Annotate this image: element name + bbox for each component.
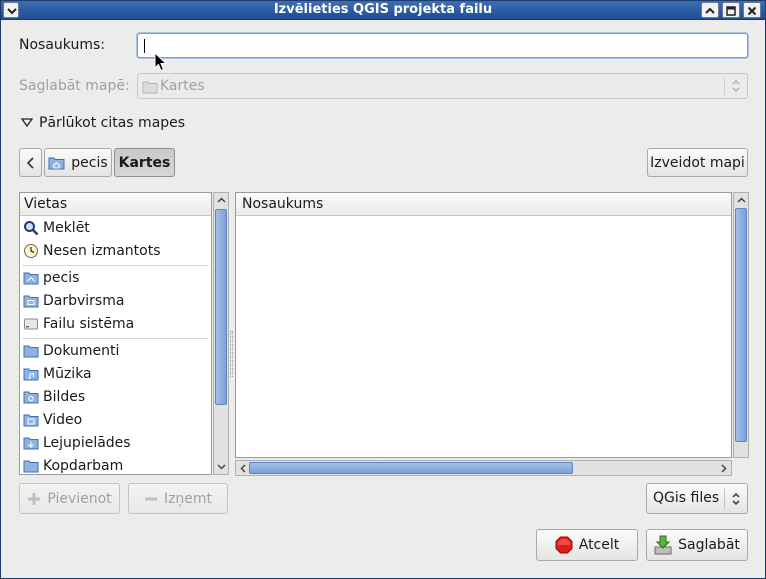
folder-icon bbox=[23, 343, 39, 358]
sidebar-item-video[interactable]: Video bbox=[20, 408, 211, 431]
files-hscroll-thumb[interactable] bbox=[249, 462, 573, 474]
files-vertical-scrollbar[interactable] bbox=[733, 192, 749, 458]
remove-bookmark-label: Izņemt bbox=[163, 490, 213, 507]
sidebar-item-lejupielādes[interactable]: Lejupielādes bbox=[20, 431, 211, 454]
sidebar-item-label: Lejupielādes bbox=[43, 434, 131, 451]
folder-icon bbox=[142, 81, 158, 94]
scroll-down-icon[interactable] bbox=[215, 460, 228, 473]
sidebar-item-label: Kopdarbam bbox=[43, 457, 124, 474]
name-label: Nosaukums: bbox=[19, 37, 105, 53]
up-down-arrows-icon bbox=[732, 79, 740, 93]
close-window-button[interactable] bbox=[743, 2, 761, 18]
sidebar-item-label: Nesen izmantots bbox=[43, 242, 161, 259]
sidebar-item-label: pecis bbox=[43, 269, 80, 286]
path-item-label: pecis bbox=[71, 154, 108, 171]
sidebar-item-label: Bildes bbox=[43, 388, 86, 405]
text-caret bbox=[144, 39, 145, 53]
create-folder-button[interactable]: Izveidot mapi bbox=[647, 148, 748, 177]
minus-icon bbox=[144, 497, 157, 500]
places-pane: Vietas Meklēt Nesen izmantots pecis Darbvir… bbox=[19, 192, 212, 475]
places-header[interactable]: Vietas bbox=[20, 193, 211, 216]
save-in-label: Saglabāt mapē: bbox=[19, 78, 130, 94]
remove-bookmark-button[interactable]: Izņemt bbox=[128, 483, 228, 514]
name-input[interactable] bbox=[137, 33, 748, 58]
sidebar-item-label: Video bbox=[43, 411, 83, 428]
save-download-icon bbox=[654, 535, 672, 555]
plus-icon bbox=[28, 492, 41, 505]
places-scroll-thumb[interactable] bbox=[215, 209, 227, 405]
save-label: Saglabāt bbox=[678, 537, 740, 553]
places-scrollbar[interactable] bbox=[213, 192, 229, 475]
sidebar-item-darbvirsma[interactable]: Darbvirsma bbox=[20, 289, 211, 312]
path-item-kartes[interactable]: Kartes bbox=[114, 148, 175, 177]
sidebar-item-label: Dokumenti bbox=[43, 342, 120, 359]
create-folder-label: Izveidot mapi bbox=[650, 154, 745, 171]
sidebar-item-mūzika[interactable]: Mūzika bbox=[20, 362, 211, 385]
scroll-up-icon[interactable] bbox=[215, 194, 228, 207]
scroll-right-icon[interactable] bbox=[717, 462, 730, 475]
chevron-left-icon bbox=[26, 156, 34, 169]
file-type-filter-combo[interactable]: QGis files bbox=[646, 483, 748, 514]
save-button[interactable]: Saglabāt bbox=[646, 529, 748, 561]
pictures-folder-icon bbox=[23, 389, 39, 404]
sidebar-item-bildes[interactable]: Bildes bbox=[20, 385, 211, 408]
maximize-button[interactable] bbox=[722, 2, 740, 18]
sidebar-item-kopdarbam[interactable]: Kopdarbam bbox=[20, 454, 211, 474]
title-bar: Izvēlieties QGIS projekta failu bbox=[1, 1, 765, 20]
files-vscroll-thumb[interactable] bbox=[735, 208, 747, 442]
scroll-up-icon[interactable] bbox=[735, 194, 748, 207]
path-back-button[interactable] bbox=[19, 148, 42, 177]
save-in-combo[interactable]: Kartes bbox=[137, 73, 748, 99]
path-item-pecis[interactable]: pecis bbox=[44, 148, 112, 177]
clock-icon bbox=[23, 243, 39, 259]
music-folder-icon bbox=[23, 366, 39, 381]
mouse-cursor-icon bbox=[154, 52, 167, 72]
minimize-button[interactable] bbox=[701, 2, 719, 18]
chevron-up-icon bbox=[705, 7, 715, 14]
drive-icon bbox=[23, 316, 39, 331]
combo-separator bbox=[724, 77, 725, 95]
home-folder-icon bbox=[48, 157, 65, 170]
places-list: Meklēt Nesen izmantots pecis Darbvirsma Fail… bbox=[20, 216, 211, 474]
sidebar-item-failu-sistēma[interactable]: Failu sistēma bbox=[20, 312, 211, 335]
sidebar-item-label: Darbvirsma bbox=[43, 292, 125, 309]
search-icon bbox=[23, 220, 39, 236]
files-list[interactable] bbox=[236, 217, 731, 457]
video-folder-icon bbox=[23, 412, 39, 427]
sidebar-item-label: Failu sistēma bbox=[43, 315, 135, 332]
up-down-arrows-icon bbox=[732, 492, 740, 506]
path-item-label: Kartes bbox=[118, 154, 171, 171]
pane-splitter[interactable] bbox=[230, 331, 233, 377]
close-icon bbox=[747, 6, 757, 16]
browse-folders-expander[interactable]: Pārlūkot citas mapes bbox=[20, 115, 186, 131]
sidebar-item-pecis[interactable]: pecis bbox=[20, 266, 211, 289]
cancel-label: Atcelt bbox=[578, 537, 620, 553]
save-in-value: Kartes bbox=[160, 78, 205, 94]
sidebar-item-dokumenti[interactable]: Dokumenti bbox=[20, 339, 211, 362]
download-folder-icon bbox=[23, 435, 39, 450]
combo-separator bbox=[724, 488, 725, 509]
files-column-header[interactable]: Nosaukums bbox=[236, 193, 731, 216]
sidebar-item-meklēt[interactable]: Meklēt bbox=[20, 216, 211, 239]
cancel-button[interactable]: Atcelt bbox=[536, 529, 638, 561]
sidebar-item-label: Meklēt bbox=[43, 219, 90, 236]
triangle-down-icon bbox=[20, 118, 34, 128]
sidebar-item-nesen-izmantots[interactable]: Nesen izmantots bbox=[20, 239, 211, 262]
file-type-filter-value: QGis files bbox=[653, 490, 720, 506]
browse-folders-label: Pārlūkot citas mapes bbox=[39, 115, 186, 131]
desktop-folder-icon bbox=[23, 293, 39, 308]
sidebar-item-label: Mūzika bbox=[43, 365, 92, 382]
file-chooser-dialog: Izvēlieties QGIS projekta failu Nosaukum… bbox=[0, 0, 766, 579]
add-bookmark-button[interactable]: Pievienot bbox=[19, 483, 120, 514]
folder-icon bbox=[23, 458, 39, 473]
add-bookmark-label: Pievienot bbox=[47, 490, 112, 507]
window-title: Izvēlieties QGIS projekta failu bbox=[273, 2, 493, 17]
maximize-icon bbox=[726, 6, 736, 16]
stop-icon bbox=[555, 536, 573, 554]
files-pane: Nosaukums bbox=[235, 192, 732, 458]
home-folder-icon bbox=[23, 270, 39, 285]
files-horizontal-scrollbar[interactable] bbox=[235, 460, 732, 476]
